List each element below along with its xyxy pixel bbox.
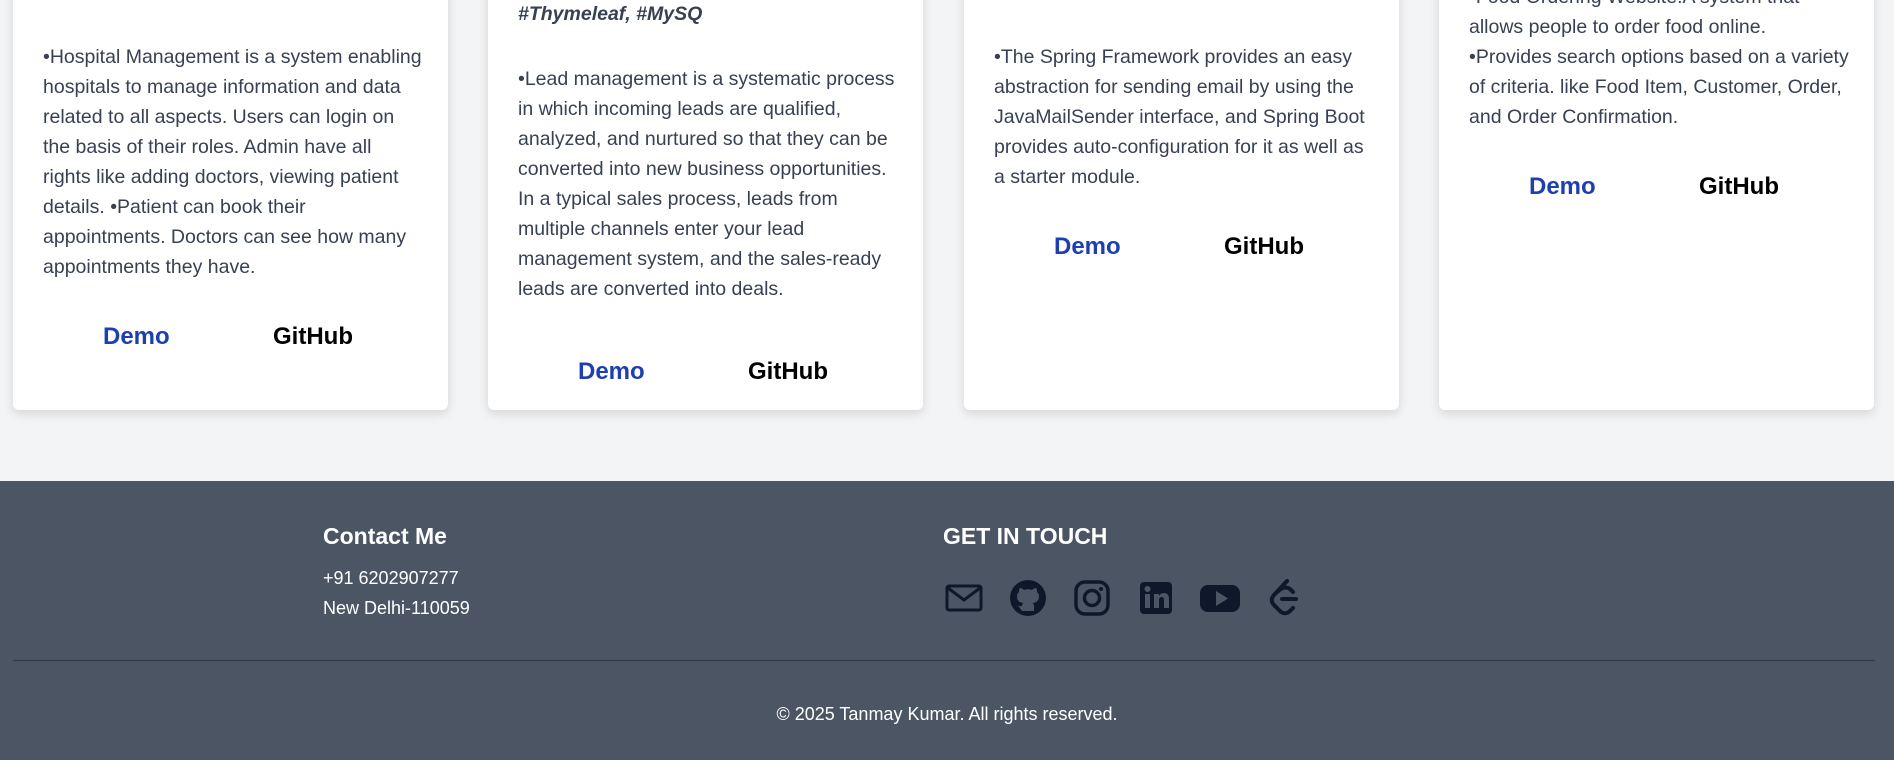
demo-link[interactable]: Demo bbox=[103, 323, 170, 351]
project-description: •The Spring Framework provides an easy a… bbox=[994, 46, 1365, 188]
demo-link[interactable]: Demo bbox=[578, 358, 645, 386]
demo-link[interactable]: Demo bbox=[1529, 173, 1596, 201]
address: New Delhi-110059 bbox=[323, 598, 470, 618]
linkedin-icon[interactable] bbox=[1135, 577, 1177, 619]
project-card: •The Spring Framework provides an easy a… bbox=[964, 0, 1399, 410]
project-description: •Food Ordering Website:A system that all… bbox=[1469, 0, 1849, 128]
project-description: •Lead management is a systematic process… bbox=[518, 68, 895, 300]
get-in-touch-title: GET IN TOUCH bbox=[943, 523, 1108, 549]
github-icon[interactable] bbox=[1007, 577, 1049, 619]
instagram-icon[interactable] bbox=[1071, 577, 1113, 619]
project-card: •Hospital Management is a system enablin… bbox=[13, 0, 448, 410]
mail-icon[interactable] bbox=[943, 577, 985, 619]
project-card: •Food Ordering Website:A system that all… bbox=[1439, 0, 1874, 410]
project-tech-tags: #SpringBoot, #SystemDesign, #Thymeleaf, … bbox=[518, 3, 703, 25]
project-card: #SpringBoot, #SystemDesign, #Thymeleaf, … bbox=[488, 0, 923, 410]
project-description: •Hospital Management is a system enablin… bbox=[43, 46, 422, 278]
youtube-icon[interactable] bbox=[1199, 577, 1241, 619]
copyright-text: © 2025 Tanmay Kumar. All rights reserved… bbox=[776, 704, 1118, 724]
footer-divider bbox=[13, 660, 1875, 661]
github-link[interactable]: GitHub bbox=[273, 323, 353, 351]
phone-number: +91 6202907277 bbox=[323, 568, 459, 588]
site-footer: Contact Me +91 6202907277 New Delhi-1100… bbox=[0, 481, 1894, 760]
projects-section: •Hospital Management is a system enablin… bbox=[0, 0, 1894, 480]
demo-link[interactable]: Demo bbox=[1054, 233, 1121, 261]
github-link[interactable]: GitHub bbox=[1224, 233, 1304, 261]
github-link[interactable]: GitHub bbox=[748, 358, 828, 386]
github-link[interactable]: GitHub bbox=[1699, 173, 1779, 201]
contact-title: Contact Me bbox=[323, 523, 447, 549]
leetcode-icon[interactable] bbox=[1263, 577, 1305, 619]
